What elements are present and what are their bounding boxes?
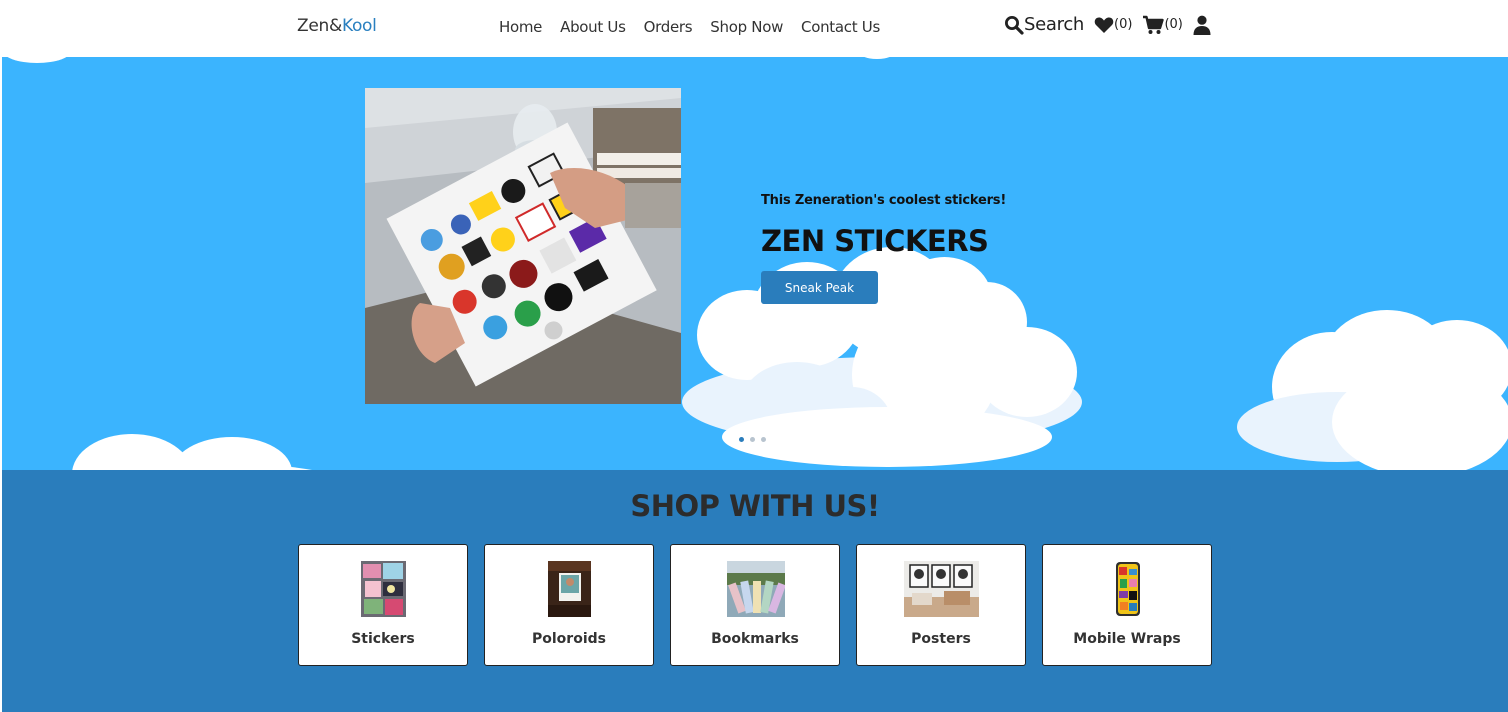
posters-thumbnail: [904, 561, 979, 617]
nav-link-contact-us[interactable]: Contact Us: [801, 18, 880, 36]
sneak-peak-button[interactable]: Sneak Peak: [761, 271, 878, 304]
brand-main: Zen&: [297, 16, 342, 36]
search-label: Search: [1024, 14, 1085, 35]
nav-link-about-us[interactable]: About Us: [560, 18, 626, 36]
brand-logo[interactable]: Zen&Kool: [297, 16, 377, 36]
mobile-wraps-thumbnail: [1116, 562, 1140, 616]
stickers-thumbnail: [361, 561, 406, 617]
wishlist-button[interactable]: (0): [1094, 16, 1132, 34]
user-icon: [1193, 15, 1211, 35]
carousel-dot-1[interactable]: [739, 437, 744, 442]
category-label: Posters: [911, 631, 971, 647]
category-label: Stickers: [351, 631, 415, 647]
nav-link-orders[interactable]: Orders: [644, 18, 693, 36]
category-label: Poloroids: [532, 631, 606, 647]
navbar: Zen&Kool Home About Us Orders Shop Now C…: [0, 0, 1508, 56]
hero-title: ZEN STICKERS: [761, 224, 989, 258]
category-label: Bookmarks: [711, 631, 799, 647]
shop-section: SHOP WITH US! Stickers Poloroids Bookmar…: [2, 470, 1508, 712]
cart-count: (0): [1164, 17, 1183, 32]
nav-links: Home About Us Orders Shop Now Contact Us: [499, 18, 880, 36]
poloroids-thumbnail: [548, 561, 591, 617]
category-card-posters[interactable]: Posters: [856, 544, 1026, 666]
cart-icon: [1143, 15, 1165, 34]
search-button[interactable]: Search: [1004, 14, 1084, 35]
heart-icon: [1094, 17, 1114, 33]
carousel-indicators: [739, 437, 766, 442]
hero-image-sticker-sheet: [365, 88, 681, 404]
brand-accent: Kool: [341, 16, 377, 36]
nav-link-shop-now[interactable]: Shop Now: [710, 18, 783, 36]
hero-subtitle: This Zeneration's coolest stickers!: [761, 193, 1007, 208]
carousel-dot-3[interactable]: [761, 437, 766, 442]
hero-text: This Zeneration's coolest stickers! ZEN …: [761, 193, 1006, 258]
hero-carousel: [2, 57, 1508, 470]
account-button[interactable]: [1193, 15, 1211, 35]
category-label: Mobile Wraps: [1073, 631, 1181, 647]
nav-actions: Search (0) (0): [1004, 14, 1211, 35]
shop-title: SHOP WITH US!: [630, 489, 880, 523]
wishlist-count: (0): [1114, 17, 1133, 32]
search-icon: [1005, 15, 1024, 35]
nav-link-home[interactable]: Home: [499, 18, 542, 36]
carousel-dot-2[interactable]: [750, 437, 755, 442]
category-card-stickers[interactable]: Stickers: [298, 544, 468, 666]
bookmarks-thumbnail: [727, 561, 785, 617]
cart-button[interactable]: (0): [1142, 15, 1183, 35]
category-card-bookmarks[interactable]: Bookmarks: [670, 544, 840, 666]
category-card-poloroids[interactable]: Poloroids: [484, 544, 654, 666]
category-card-mobile-wraps[interactable]: Mobile Wraps: [1042, 544, 1212, 666]
